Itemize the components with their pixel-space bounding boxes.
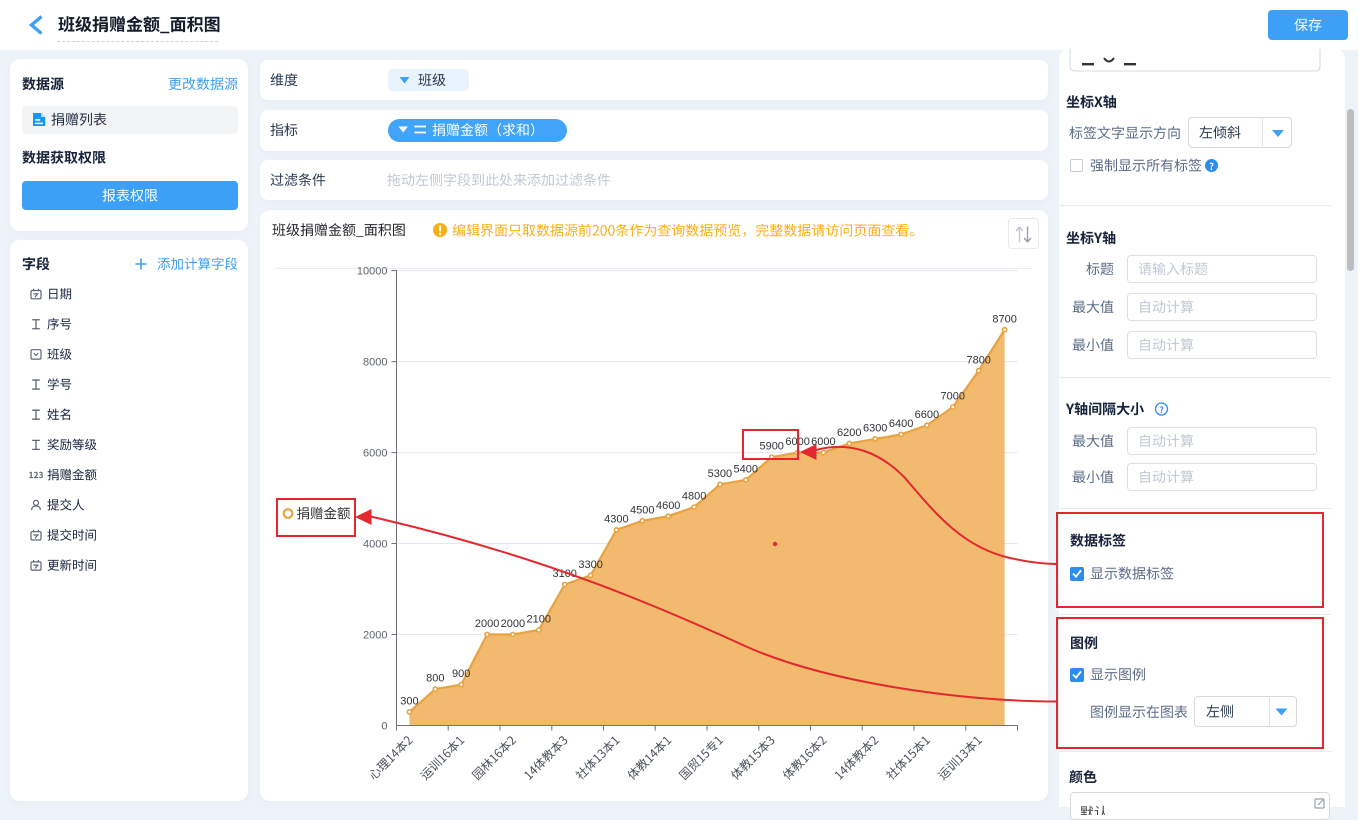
svg-text:3300: 3300 (578, 559, 602, 571)
svg-text:7800: 7800 (966, 354, 990, 366)
svg-text:8700: 8700 (992, 313, 1016, 325)
svg-text:4600: 4600 (656, 500, 680, 512)
svg-text:900: 900 (452, 668, 470, 680)
svg-text:4500: 4500 (630, 504, 654, 516)
svg-text:6300: 6300 (863, 423, 887, 435)
svg-text:4300: 4300 (604, 514, 628, 526)
svg-text:10000: 10000 (357, 266, 388, 278)
svg-text:4800: 4800 (682, 491, 706, 503)
svg-text:8000: 8000 (363, 357, 387, 369)
svg-text:6200: 6200 (837, 427, 861, 439)
svg-text:800: 800 (426, 673, 444, 685)
svg-text:7000: 7000 (941, 391, 965, 403)
svg-text:0: 0 (381, 721, 387, 733)
svg-text:2000: 2000 (363, 630, 387, 642)
svg-text:6400: 6400 (889, 418, 913, 430)
svg-text:2000: 2000 (501, 618, 525, 630)
svg-text:4000: 4000 (363, 539, 387, 551)
svg-text:6000: 6000 (363, 448, 387, 460)
svg-text:2100: 2100 (527, 614, 551, 626)
svg-text:300: 300 (400, 696, 418, 708)
svg-text:5900: 5900 (759, 441, 783, 453)
svg-text:5400: 5400 (734, 464, 758, 476)
svg-text:6600: 6600 (915, 409, 939, 421)
svg-text:5300: 5300 (708, 468, 732, 480)
svg-text:2000: 2000 (475, 618, 499, 630)
